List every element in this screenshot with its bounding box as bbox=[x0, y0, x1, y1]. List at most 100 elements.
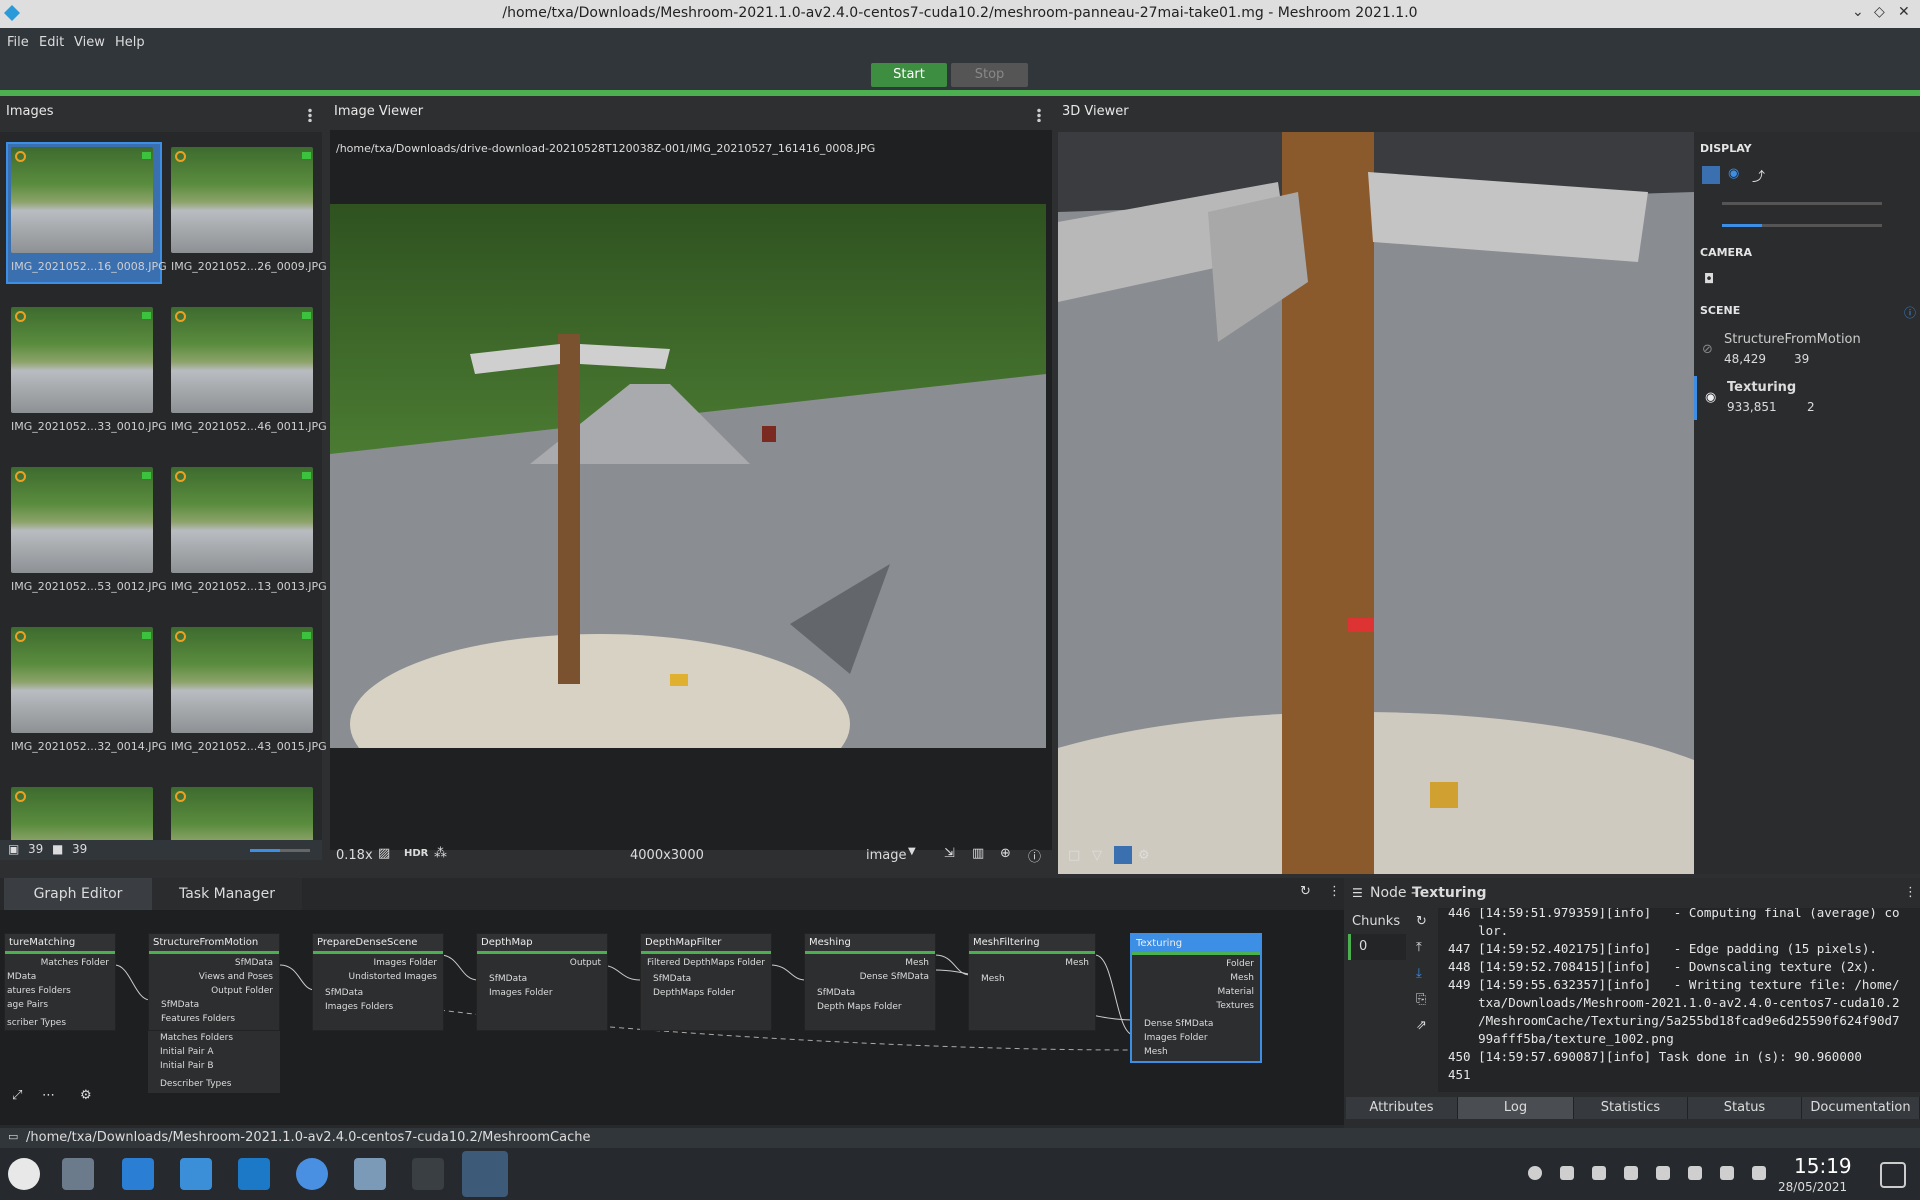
axes-icon[interactable]: ⤴ bbox=[1752, 166, 1765, 185]
globe-icon[interactable]: ⊕ bbox=[1000, 846, 1011, 861]
info-icon[interactable]: ⓘ bbox=[1028, 846, 1041, 865]
image-app-icon[interactable] bbox=[354, 1158, 386, 1190]
scroll-bottom-icon[interactable]: ⤓ bbox=[1416, 966, 1422, 981]
info-icon[interactable]: ⓘ bbox=[1904, 304, 1916, 321]
grid-icon[interactable] bbox=[1702, 166, 1720, 184]
eye-icon[interactable]: ◉ bbox=[1705, 390, 1716, 405]
thumbnail[interactable]: IMG_2021052...16_0008.JPG bbox=[6, 142, 167, 284]
graph-menu-icon[interactable]: ⋮ bbox=[1328, 884, 1341, 899]
tab-task-manager[interactable]: Task Manager bbox=[152, 878, 302, 910]
scene-item-texturing[interactable]: ◉ Texturing 933,851 2 bbox=[1694, 376, 1920, 420]
sync-icon[interactable] bbox=[1560, 1166, 1574, 1180]
node-preparedensescene[interactable]: PrepareDenseScene Images Folder Undistor… bbox=[312, 933, 444, 1031]
hdr-button[interactable]: HDR bbox=[404, 848, 428, 859]
tray-expand-icon[interactable] bbox=[1752, 1166, 1766, 1180]
thumbnail[interactable] bbox=[8, 784, 160, 840]
bbox-icon[interactable]: □ bbox=[1068, 848, 1080, 863]
tab-attributes[interactable]: Attributes bbox=[1346, 1097, 1458, 1119]
minimize-icon[interactable]: ⌄ bbox=[1852, 4, 1864, 20]
thumbnail[interactable]: IMG_2021052...53_0012.JPG bbox=[8, 464, 167, 602]
clock-time[interactable]: 15:19 bbox=[1794, 1154, 1852, 1178]
wireframe-icon[interactable] bbox=[1114, 846, 1132, 864]
export-icon[interactable]: ⇲ bbox=[944, 846, 955, 861]
stop-button[interactable]: Stop bbox=[951, 63, 1028, 87]
maximize-icon[interactable]: ◇ bbox=[1874, 4, 1885, 20]
clock-date[interactable]: 28/05/2021 bbox=[1778, 1180, 1847, 1194]
open-external-icon[interactable]: ⇗ bbox=[1416, 1018, 1427, 1033]
thumbnail[interactable]: IMG_2021052...33_0010.JPG bbox=[8, 304, 167, 442]
node-depthmapfilter[interactable]: DepthMapFilter Filtered DepthMaps Folder… bbox=[640, 933, 772, 1031]
thumbnail[interactable]: IMG_2021052...46_0011.JPG bbox=[168, 304, 327, 442]
node-meshing[interactable]: Meshing Mesh Dense SfMData SfMData Depth… bbox=[804, 933, 936, 1031]
tab-statistics[interactable]: Statistics bbox=[1574, 1097, 1688, 1119]
star-icon bbox=[15, 151, 26, 162]
bluetooth-icon[interactable] bbox=[1688, 1166, 1702, 1180]
settings-icon[interactable]: ⚙ bbox=[80, 1088, 92, 1103]
menu-view[interactable]: View bbox=[74, 35, 105, 50]
tab-graph-editor[interactable]: Graph Editor bbox=[4, 878, 152, 910]
node-structurefrommotion[interactable]: StructureFromMotion SfMData Views and Po… bbox=[148, 933, 280, 1031]
chunk-item[interactable]: 0 bbox=[1348, 934, 1406, 960]
layout-icon[interactable]: ⋯ bbox=[42, 1088, 55, 1103]
clipboard-icon[interactable] bbox=[1592, 1166, 1606, 1180]
histogram-icon[interactable]: ▥ bbox=[972, 846, 984, 861]
hatch-icon[interactable]: ▨ bbox=[378, 846, 390, 861]
point-size-slider[interactable] bbox=[1722, 202, 1882, 205]
thumbnail[interactable] bbox=[168, 784, 320, 840]
menu-edit[interactable]: Edit bbox=[39, 35, 64, 50]
meshroom-app-icon[interactable] bbox=[462, 1151, 508, 1197]
filter-icon[interactable]: ▽ bbox=[1092, 848, 1102, 863]
files-app-icon[interactable] bbox=[180, 1158, 212, 1190]
start-button[interactable]: Start bbox=[871, 63, 947, 87]
thumbnail[interactable]: IMG_2021052...43_0015.JPG bbox=[168, 624, 327, 762]
nodes-icon[interactable]: ⁂ bbox=[434, 846, 447, 861]
tab-documentation[interactable]: Documentation bbox=[1802, 1097, 1920, 1119]
scroll-top-icon[interactable]: ⤒ bbox=[1416, 940, 1422, 955]
camera-icon bbox=[142, 312, 151, 319]
viewer-menu-icon[interactable] bbox=[1037, 108, 1041, 122]
log-line: txa/Downloads/Meshroom-2021.1.0-av2.4.0-… bbox=[1448, 995, 1900, 1010]
image-canvas[interactable] bbox=[330, 204, 1046, 748]
chrome-app-icon[interactable] bbox=[296, 1158, 328, 1190]
wifi-icon[interactable] bbox=[1720, 1166, 1734, 1180]
menu-help[interactable]: Help bbox=[115, 35, 145, 50]
menu-file[interactable]: File bbox=[7, 35, 29, 50]
thumb-size-slider[interactable] bbox=[250, 849, 310, 852]
display-mode-select[interactable]: image bbox=[866, 848, 907, 863]
show-desktop-icon[interactable] bbox=[1880, 1162, 1906, 1188]
copy-icon[interactable]: ⎘ bbox=[1416, 992, 1426, 1007]
battery-icon[interactable] bbox=[1656, 1166, 1670, 1180]
thumbnail[interactable]: IMG_2021052...13_0013.JPG bbox=[168, 464, 327, 602]
node-meshfiltering[interactable]: MeshFiltering Mesh Mesh bbox=[968, 933, 1096, 1031]
tab-log[interactable]: Log bbox=[1458, 1097, 1574, 1119]
terminal-app-icon[interactable] bbox=[412, 1158, 444, 1190]
fit-icon[interactable]: ⤢ bbox=[12, 1088, 22, 1103]
reload-icon[interactable]: ↻ bbox=[1416, 914, 1427, 929]
volume-icon[interactable] bbox=[1624, 1166, 1638, 1180]
app-launcher-icon[interactable] bbox=[8, 1158, 40, 1190]
vscode-app-icon[interactable] bbox=[238, 1158, 270, 1190]
chevron-down-icon[interactable]: ▼ bbox=[908, 846, 916, 857]
node-texturing[interactable]: Texturing Folder Mesh Material Textures … bbox=[1130, 933, 1262, 1063]
images-menu-icon[interactable] bbox=[308, 108, 312, 122]
node-featurematching[interactable]: tureMatching Matches Folder MData atures… bbox=[4, 933, 116, 1031]
gear-icon[interactable]: ⚙ bbox=[1138, 848, 1150, 863]
node-depthmap[interactable]: DepthMap Output SfMData Images Folder bbox=[476, 933, 608, 1031]
eye-off-icon[interactable]: ⊘ bbox=[1702, 342, 1713, 357]
settings-app-icon[interactable] bbox=[62, 1158, 94, 1190]
camera-scale-slider[interactable] bbox=[1722, 224, 1882, 227]
camera-icon[interactable]: ◘ bbox=[1704, 272, 1714, 287]
close-icon[interactable]: ✕ bbox=[1898, 4, 1910, 20]
pause-icon[interactable] bbox=[1528, 1166, 1542, 1180]
log-view[interactable]: 446 [14:59:51.979359][info] - Computing … bbox=[1438, 908, 1920, 1092]
node-menu-icon[interactable]: ⋮ bbox=[1904, 885, 1917, 900]
thumbnail[interactable]: IMG_2021052...26_0009.JPG bbox=[168, 144, 327, 282]
scene-item-sfm[interactable]: ⊘ StructureFromMotion 48,429 39 bbox=[1694, 328, 1920, 372]
refresh-icon[interactable]: ↻ bbox=[1300, 884, 1311, 899]
cache-path[interactable]: /home/txa/Downloads/Meshroom-2021.1.0-av… bbox=[26, 1130, 590, 1145]
viewer3d-canvas[interactable]: □ ▽ ⚙ bbox=[1058, 132, 1694, 874]
tab-status[interactable]: Status bbox=[1688, 1097, 1802, 1119]
thumbnail[interactable]: IMG_2021052...32_0014.JPG bbox=[8, 624, 167, 762]
store-app-icon[interactable] bbox=[122, 1158, 154, 1190]
locator-icon[interactable]: ◉ bbox=[1728, 166, 1739, 181]
